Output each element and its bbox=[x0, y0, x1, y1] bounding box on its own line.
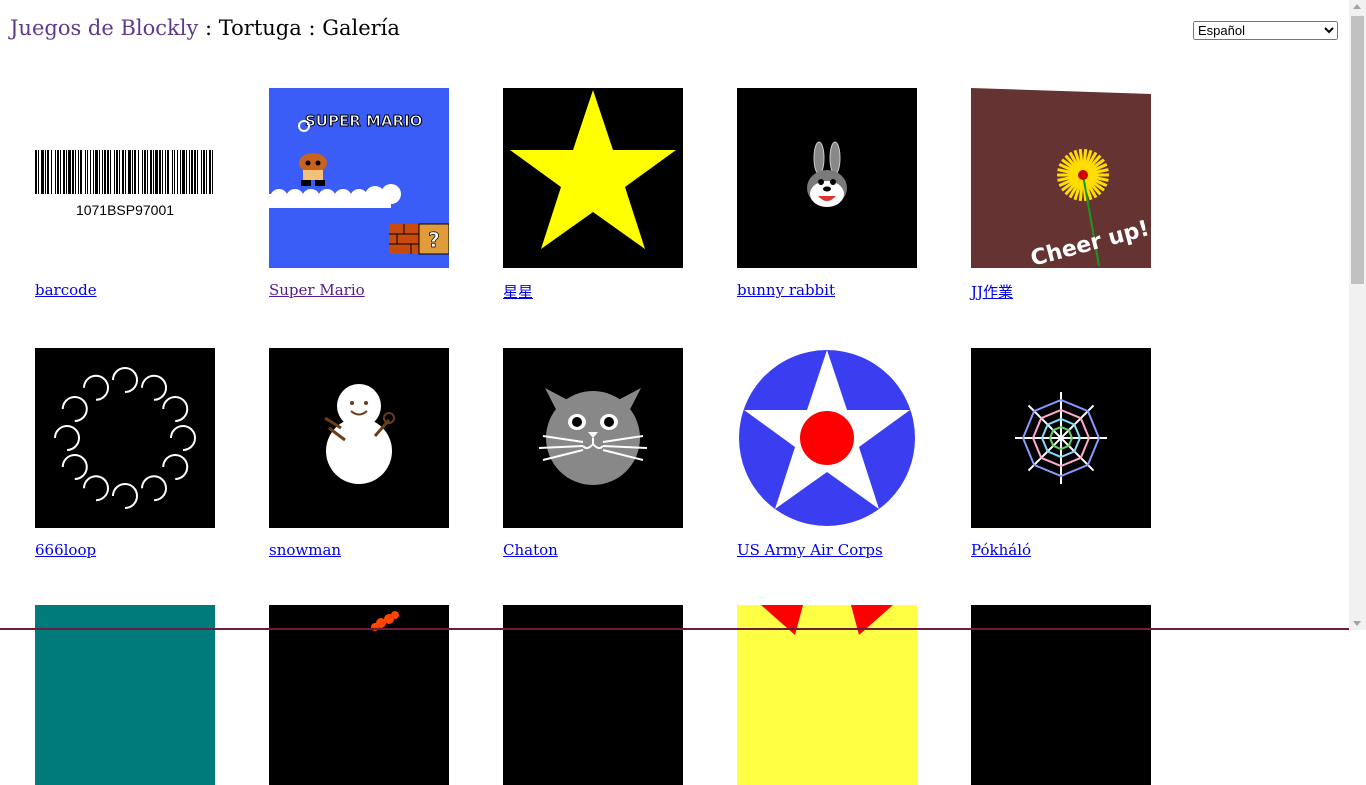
gallery-thumbnail[interactable] bbox=[503, 605, 683, 785]
gallery-item-super-mario[interactable]: SUPER MARIO ? Super Mario bbox=[269, 88, 449, 299]
svg-text:?: ? bbox=[428, 228, 440, 252]
gallery-item-jj[interactable]: Cheer up! JJ作業 bbox=[971, 88, 1151, 302]
gallery-thumbnail[interactable] bbox=[737, 348, 917, 528]
gallery-item-title[interactable]: Pókháló bbox=[971, 541, 1031, 559]
gallery-item-bunny-rabbit[interactable]: bunny rabbit bbox=[737, 88, 917, 299]
star-shape bbox=[510, 90, 676, 249]
language-select[interactable]: Español bbox=[1193, 21, 1338, 40]
gallery-item-title[interactable]: bunny rabbit bbox=[737, 281, 835, 299]
gallery-item-pokhalo[interactable]: Pókháló bbox=[971, 348, 1151, 559]
spider-web-image bbox=[1015, 392, 1107, 484]
gallery-thumbnail[interactable]: Cheer up! bbox=[971, 88, 1151, 268]
scroll-up-icon[interactable] bbox=[1353, 4, 1361, 9]
gallery-item-title[interactable]: Chaton bbox=[503, 541, 558, 559]
gallery-item-title[interactable]: 666loop bbox=[35, 541, 96, 559]
gallery-item-chaton[interactable]: Chaton bbox=[503, 348, 683, 559]
gallery-item-title[interactable]: JJ作業 bbox=[971, 281, 1013, 302]
gallery-thumbnail[interactable] bbox=[971, 605, 1151, 785]
gallery-thumbnail[interactable] bbox=[35, 605, 215, 785]
barcode-number: 1071BSP97001 bbox=[76, 202, 174, 218]
scrollbar-thumb[interactable] bbox=[1351, 16, 1364, 284]
gallery-item-snowman[interactable]: snowman bbox=[269, 348, 449, 559]
barcode-image bbox=[35, 150, 213, 194]
gallery-item-star[interactable]: 星星 bbox=[503, 88, 683, 302]
gallery-thumbnail[interactable]: SUPER MARIO ? bbox=[269, 88, 449, 268]
gallery-thumbnail[interactable] bbox=[503, 348, 683, 528]
app-name: Tortuga bbox=[218, 16, 302, 40]
gallery-item-title[interactable]: barcode bbox=[35, 281, 97, 299]
gallery-item-title[interactable]: Super Mario bbox=[269, 281, 365, 299]
gallery-item-row3-2[interactable] bbox=[269, 605, 449, 785]
gallery-thumbnail[interactable] bbox=[971, 348, 1151, 528]
gallery-item-us-army-air-corps[interactable]: US Army Air Corps bbox=[737, 348, 917, 559]
page-title: Galería bbox=[322, 16, 400, 40]
gallery-thumbnail[interactable] bbox=[737, 88, 917, 268]
gallery-item-title[interactable]: 星星 bbox=[503, 281, 533, 302]
gallery-item-666loop[interactable]: 666loop bbox=[35, 348, 215, 559]
gallery-item-barcode[interactable]: 1071BSP97001 barcode bbox=[35, 88, 215, 299]
gallery-item-title[interactable]: snowman bbox=[269, 541, 341, 559]
gallery-thumbnail[interactable]: 1071BSP97001 bbox=[35, 88, 215, 268]
mario-banner-text: SUPER MARIO bbox=[305, 112, 422, 130]
gallery-thumbnail[interactable] bbox=[269, 348, 449, 528]
scroll-down-icon[interactable] bbox=[1353, 621, 1361, 626]
loop-image bbox=[54, 367, 196, 509]
gallery-item-title[interactable]: US Army Air Corps bbox=[737, 541, 883, 559]
gallery-thumbnail[interactable] bbox=[35, 348, 215, 528]
header-separator: : bbox=[301, 16, 323, 40]
home-link[interactable]: Juegos de Blockly bbox=[10, 16, 198, 40]
gallery-thumbnail[interactable] bbox=[503, 88, 683, 268]
gallery-thumbnail[interactable] bbox=[269, 605, 449, 785]
gallery-item-row3-4[interactable] bbox=[737, 605, 917, 785]
gallery-item-row3-5[interactable] bbox=[971, 605, 1151, 785]
page-scrollbar[interactable] bbox=[1349, 0, 1366, 630]
gallery-item-row3-1[interactable] bbox=[35, 605, 215, 785]
page-header: Juegos de Blockly : Tortuga : Galería bbox=[10, 16, 400, 40]
gallery-thumbnail[interactable] bbox=[737, 605, 917, 785]
gallery-item-row3-3[interactable] bbox=[503, 605, 683, 785]
header-separator: : bbox=[198, 16, 219, 40]
